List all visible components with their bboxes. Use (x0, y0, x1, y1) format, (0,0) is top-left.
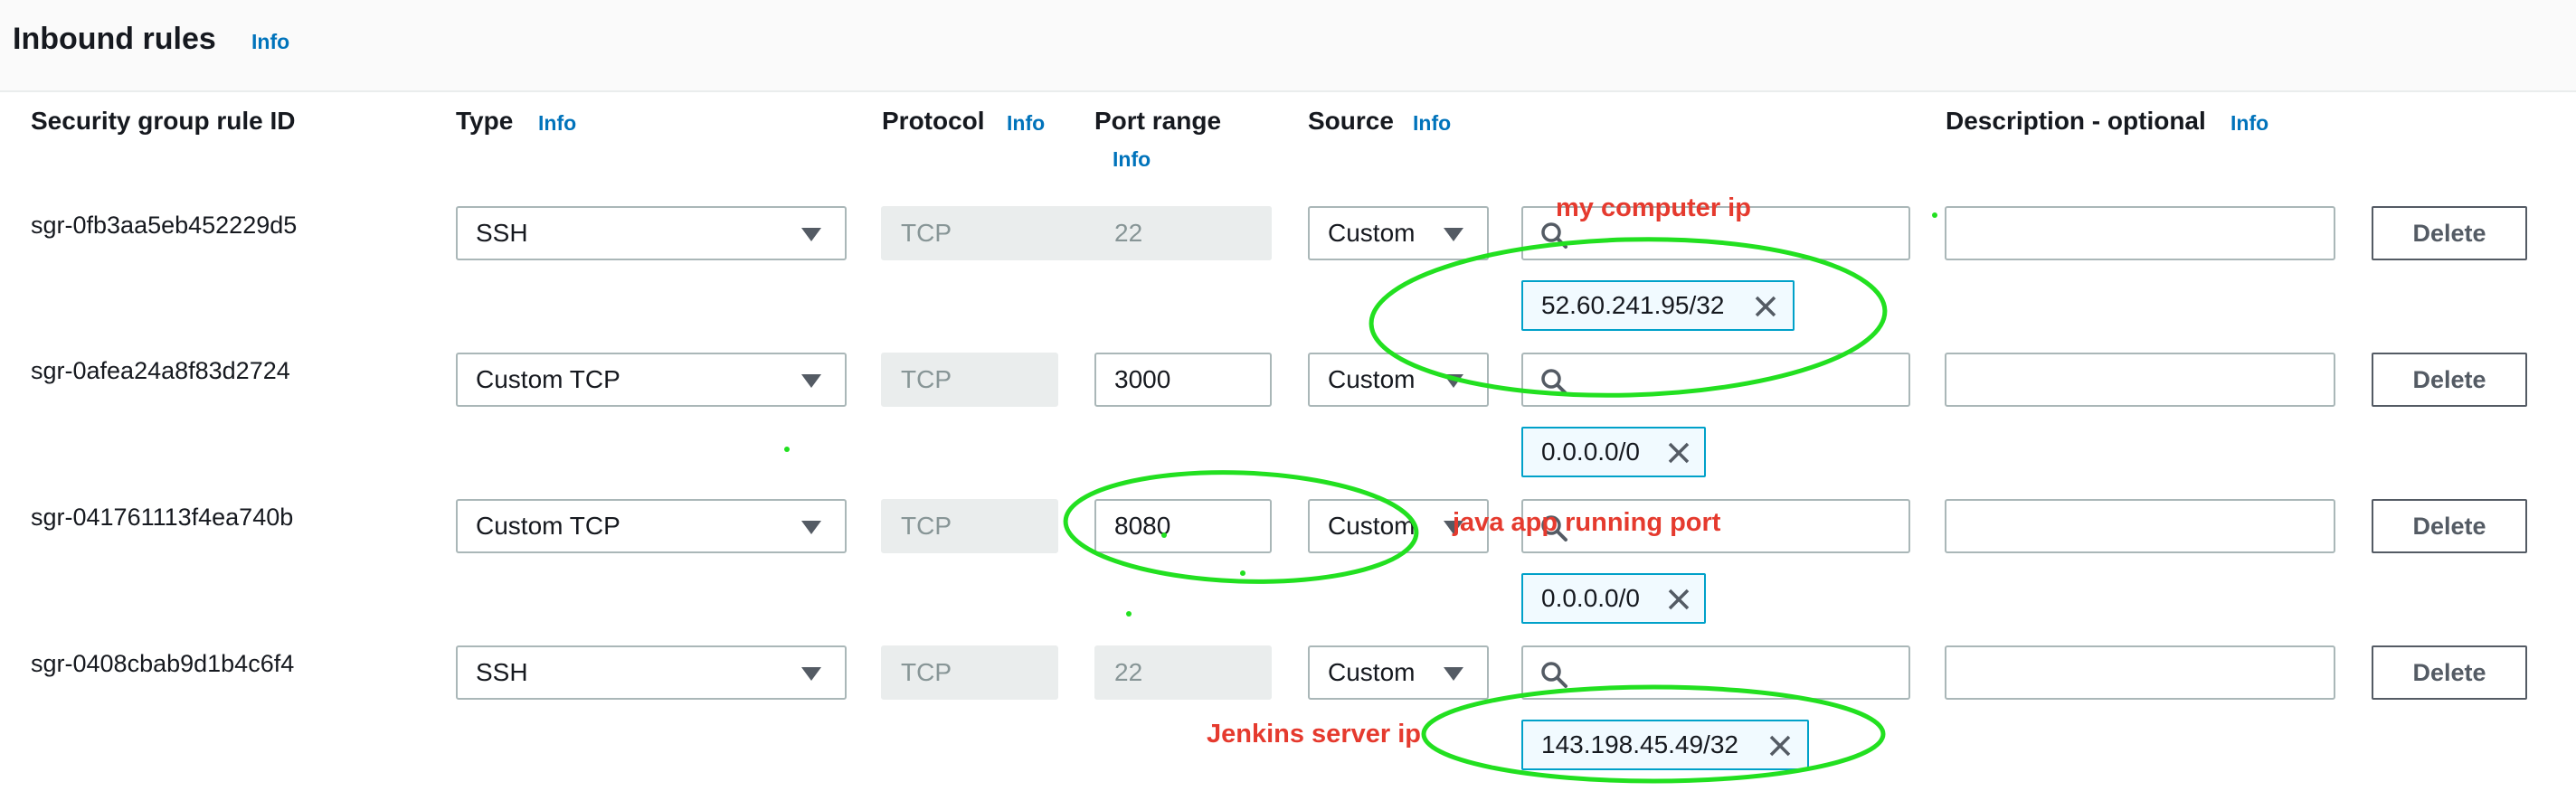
protocol-field: TCP (881, 353, 1058, 407)
caret-down-icon (801, 667, 821, 681)
delete-rule-button[interactable]: Delete (2372, 499, 2527, 553)
delete-rule-button[interactable]: Delete (2372, 645, 2527, 700)
page-title: Inbound rules (13, 22, 216, 56)
caret-down-icon (801, 521, 821, 534)
description-input[interactable] (1945, 645, 2335, 700)
source-select[interactable]: Custom (1308, 645, 1489, 700)
port-range-field: 22 (1094, 645, 1272, 700)
caret-down-icon (1444, 667, 1463, 681)
annotation-my-computer-ip: my computer ip (1556, 193, 1751, 222)
source-select[interactable]: Custom (1308, 353, 1489, 407)
port-range-field: 22 (1094, 206, 1272, 260)
delete-rule-button[interactable]: Delete (2372, 353, 2527, 407)
description-input[interactable] (1945, 353, 2335, 407)
cidr-token: 52.60.241.95/32 (1521, 280, 1795, 331)
cidr-token: 0.0.0.0/0 (1521, 573, 1706, 624)
type-select[interactable]: SSH (456, 645, 847, 700)
search-icon (1541, 222, 1567, 249)
cidr-token: 0.0.0.0/0 (1521, 427, 1706, 477)
cidr-token-value: 143.198.45.49/32 (1541, 730, 1738, 758)
protocol-info-link[interactable]: Info (1007, 111, 1045, 136)
close-icon[interactable] (1767, 733, 1793, 758)
rule-id: sgr-0afea24a8f83d2724 (31, 357, 290, 384)
annotation-jenkins-server-ip: Jenkins server ip (1207, 720, 1421, 749)
source-select-value: Custom (1328, 365, 1416, 393)
cidr-token: 143.198.45.49/32 (1521, 720, 1809, 770)
description-info-link[interactable]: Info (2230, 111, 2268, 136)
annotation-dot (1932, 212, 1937, 218)
cidr-token-value: 0.0.0.0/0 (1541, 584, 1640, 612)
annotation-dot (1126, 611, 1132, 617)
close-icon[interactable] (1666, 587, 1691, 612)
delete-rule-button[interactable]: Delete (2372, 206, 2527, 260)
source-select-value: Custom (1328, 658, 1416, 686)
annotation-dot (1240, 570, 1245, 576)
close-icon[interactable] (1666, 440, 1691, 466)
search-icon (1541, 662, 1567, 688)
cidr-search-input[interactable] (1521, 645, 1910, 700)
column-header-rule-id: Security group rule ID (31, 107, 296, 135)
column-header-protocol: Protocol (882, 107, 985, 135)
type-select-value: SSH (476, 219, 528, 247)
port-range-input[interactable]: 8080 (1094, 499, 1272, 553)
protocol-field: TCP (881, 645, 1058, 700)
rule-id: sgr-041761113f4ea740b (31, 504, 294, 531)
source-select[interactable]: Custom (1308, 206, 1489, 260)
close-icon[interactable] (1753, 294, 1778, 319)
description-input[interactable] (1945, 499, 2335, 553)
type-select-value: SSH (476, 658, 528, 686)
annotation-java-app-port: java app running port (1453, 508, 1721, 537)
rule-id: sgr-0fb3aa5eb452229d5 (31, 212, 298, 239)
cidr-search-input[interactable] (1521, 353, 1910, 407)
port-range-info-link[interactable]: Info (1113, 147, 1151, 172)
rule-id: sgr-0408cbab9d1b4c6f4 (31, 650, 295, 677)
source-select-value: Custom (1328, 219, 1416, 247)
caret-down-icon (801, 374, 821, 388)
protocol-field: TCP (881, 499, 1058, 553)
annotation-dot (784, 447, 790, 452)
type-select-value: Custom TCP (476, 512, 620, 540)
header-info-link[interactable]: Info (251, 30, 289, 54)
source-select-value: Custom (1328, 512, 1416, 540)
caret-down-icon (801, 228, 821, 241)
section-header: Inbound rules Info (0, 0, 2576, 92)
description-input[interactable] (1945, 206, 2335, 260)
type-info-link[interactable]: Info (538, 111, 576, 136)
port-range-input[interactable]: 3000 (1094, 353, 1272, 407)
type-select[interactable]: SSH (456, 206, 847, 260)
column-header-port-range: Port range (1094, 107, 1222, 135)
search-icon (1541, 369, 1567, 395)
cidr-token-value: 0.0.0.0/0 (1541, 438, 1640, 466)
cidr-token-value: 52.60.241.95/32 (1541, 291, 1725, 319)
column-header-type: Type (456, 107, 514, 135)
source-info-link[interactable]: Info (1413, 111, 1451, 136)
column-header-description: Description - optional (1946, 107, 2206, 135)
type-select-value: Custom TCP (476, 365, 620, 393)
type-select[interactable]: Custom TCP (456, 499, 847, 553)
caret-down-icon (1444, 374, 1463, 388)
type-select[interactable]: Custom TCP (456, 353, 847, 407)
column-header-source: Source (1308, 107, 1394, 135)
caret-down-icon (1444, 228, 1463, 241)
